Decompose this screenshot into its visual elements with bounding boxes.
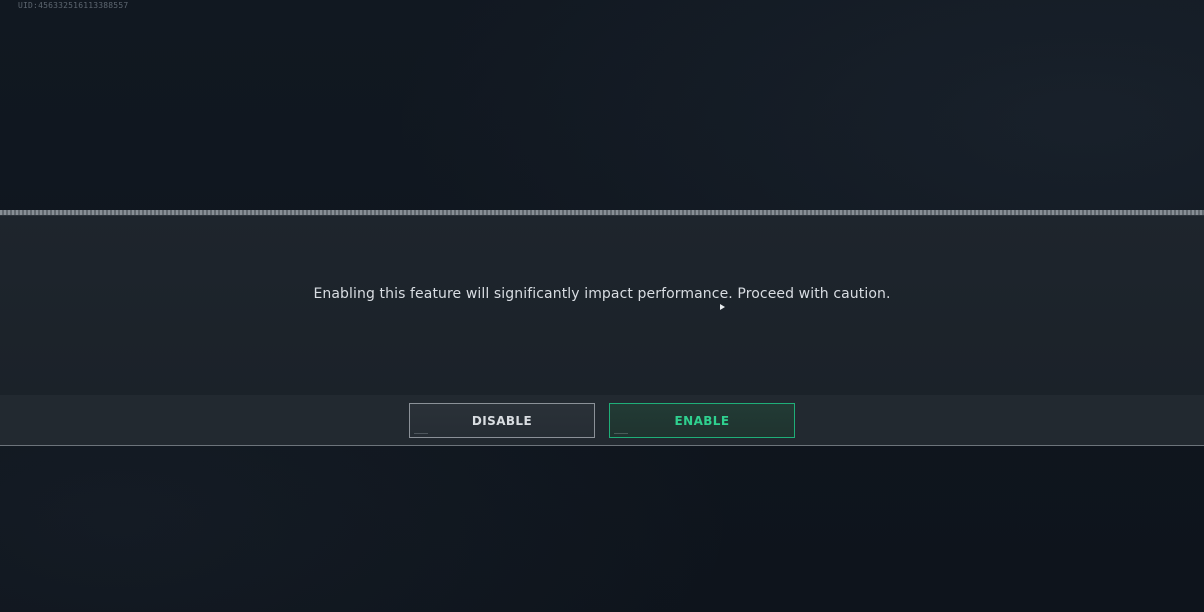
dialog-message: Enabling this feature will significantly… [313, 286, 891, 302]
game-screen: UID:456332516113388557 Enabling this fea… [0, 0, 1204, 612]
enable-button-label: ENABLE [674, 413, 730, 428]
button-corner-decoration [614, 433, 628, 434]
mouse-pointer-icon [720, 304, 725, 310]
button-corner-decoration [414, 433, 428, 434]
enable-button[interactable]: ENABLE [609, 403, 795, 438]
confirmation-dialog: Enabling this feature will significantly… [0, 210, 1204, 446]
disable-button-label: DISABLE [471, 413, 533, 428]
dialog-button-bar: DISABLE ENABLE [0, 395, 1204, 446]
disable-button[interactable]: DISABLE [409, 403, 595, 438]
uid-label: UID:456332516113388557 [18, 1, 129, 10]
dialog-top-border [0, 210, 1204, 216]
